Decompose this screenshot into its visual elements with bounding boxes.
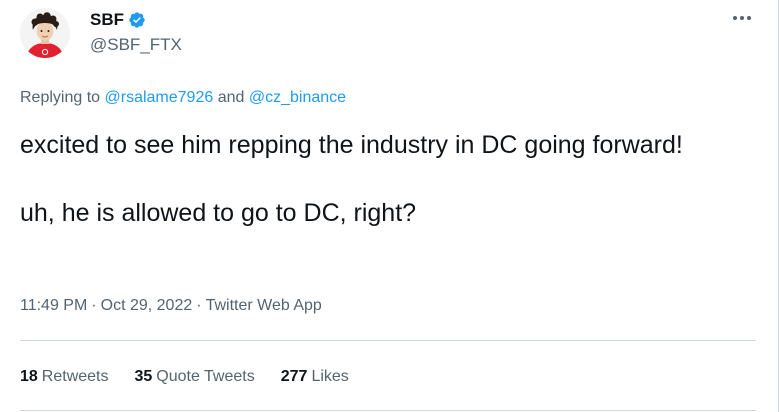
author-handle[interactable]: @SBF_FTX [90,35,182,55]
mention-link[interactable]: @cz_binance [249,89,346,106]
more-horizontal-icon [733,16,751,20]
tweet-paragraph: uh, he is allowed to go to DC, right? [20,199,417,227]
tweet-card: SBF @SBF_FTX Replying to @rsalame7926 an… [0,0,779,412]
author-block: SBF @SBF_FTX [90,9,182,55]
tweet-meta: 11:49 PM · Oct 29, 2022 · Twitter Web App [20,297,322,315]
retweets-count: 18 [20,368,38,385]
tweet-stats: 18 Retweets 35 Quote Tweets 277 Likes [20,368,375,386]
quote-tweets-count: 35 [134,368,153,385]
mention-link[interactable]: @rsalame7926 [105,89,214,106]
replying-to-label: Replying to [20,89,101,106]
name-row: SBF [90,9,182,31]
tweet-text: excited to see him repping the industry … [20,128,750,230]
more-options-button[interactable] [728,8,756,28]
divider [20,340,756,341]
likes-count: 277 [280,368,308,385]
quote-tweets-label: Quote Tweets [156,368,255,385]
tweet-date[interactable]: Oct 29, 2022 [101,297,193,314]
tweet-paragraph: excited to see him repping the industry … [20,131,683,159]
tweet-source-link[interactable]: Twitter Web App [206,297,322,314]
replying-to-line: Replying to @rsalame7926 and @cz_binance [20,89,346,107]
quote-tweets-stat[interactable]: 35 Quote Tweets [135,368,255,386]
retweets-label: Retweets [41,368,109,385]
replying-to-conjunction: and [217,89,245,106]
tweet-time[interactable]: 11:49 PM [20,297,87,314]
avatar-illustration [20,8,70,58]
avatar[interactable] [20,8,70,58]
verified-badge-icon [128,11,146,29]
author-name[interactable]: SBF [90,10,124,30]
likes-stat[interactable]: 277 Likes [281,368,349,386]
meta-separator: · [91,297,97,314]
retweets-stat[interactable]: 18 Retweets [20,368,109,386]
likes-label: Likes [311,368,349,385]
divider [20,410,756,411]
meta-separator: · [196,297,202,314]
